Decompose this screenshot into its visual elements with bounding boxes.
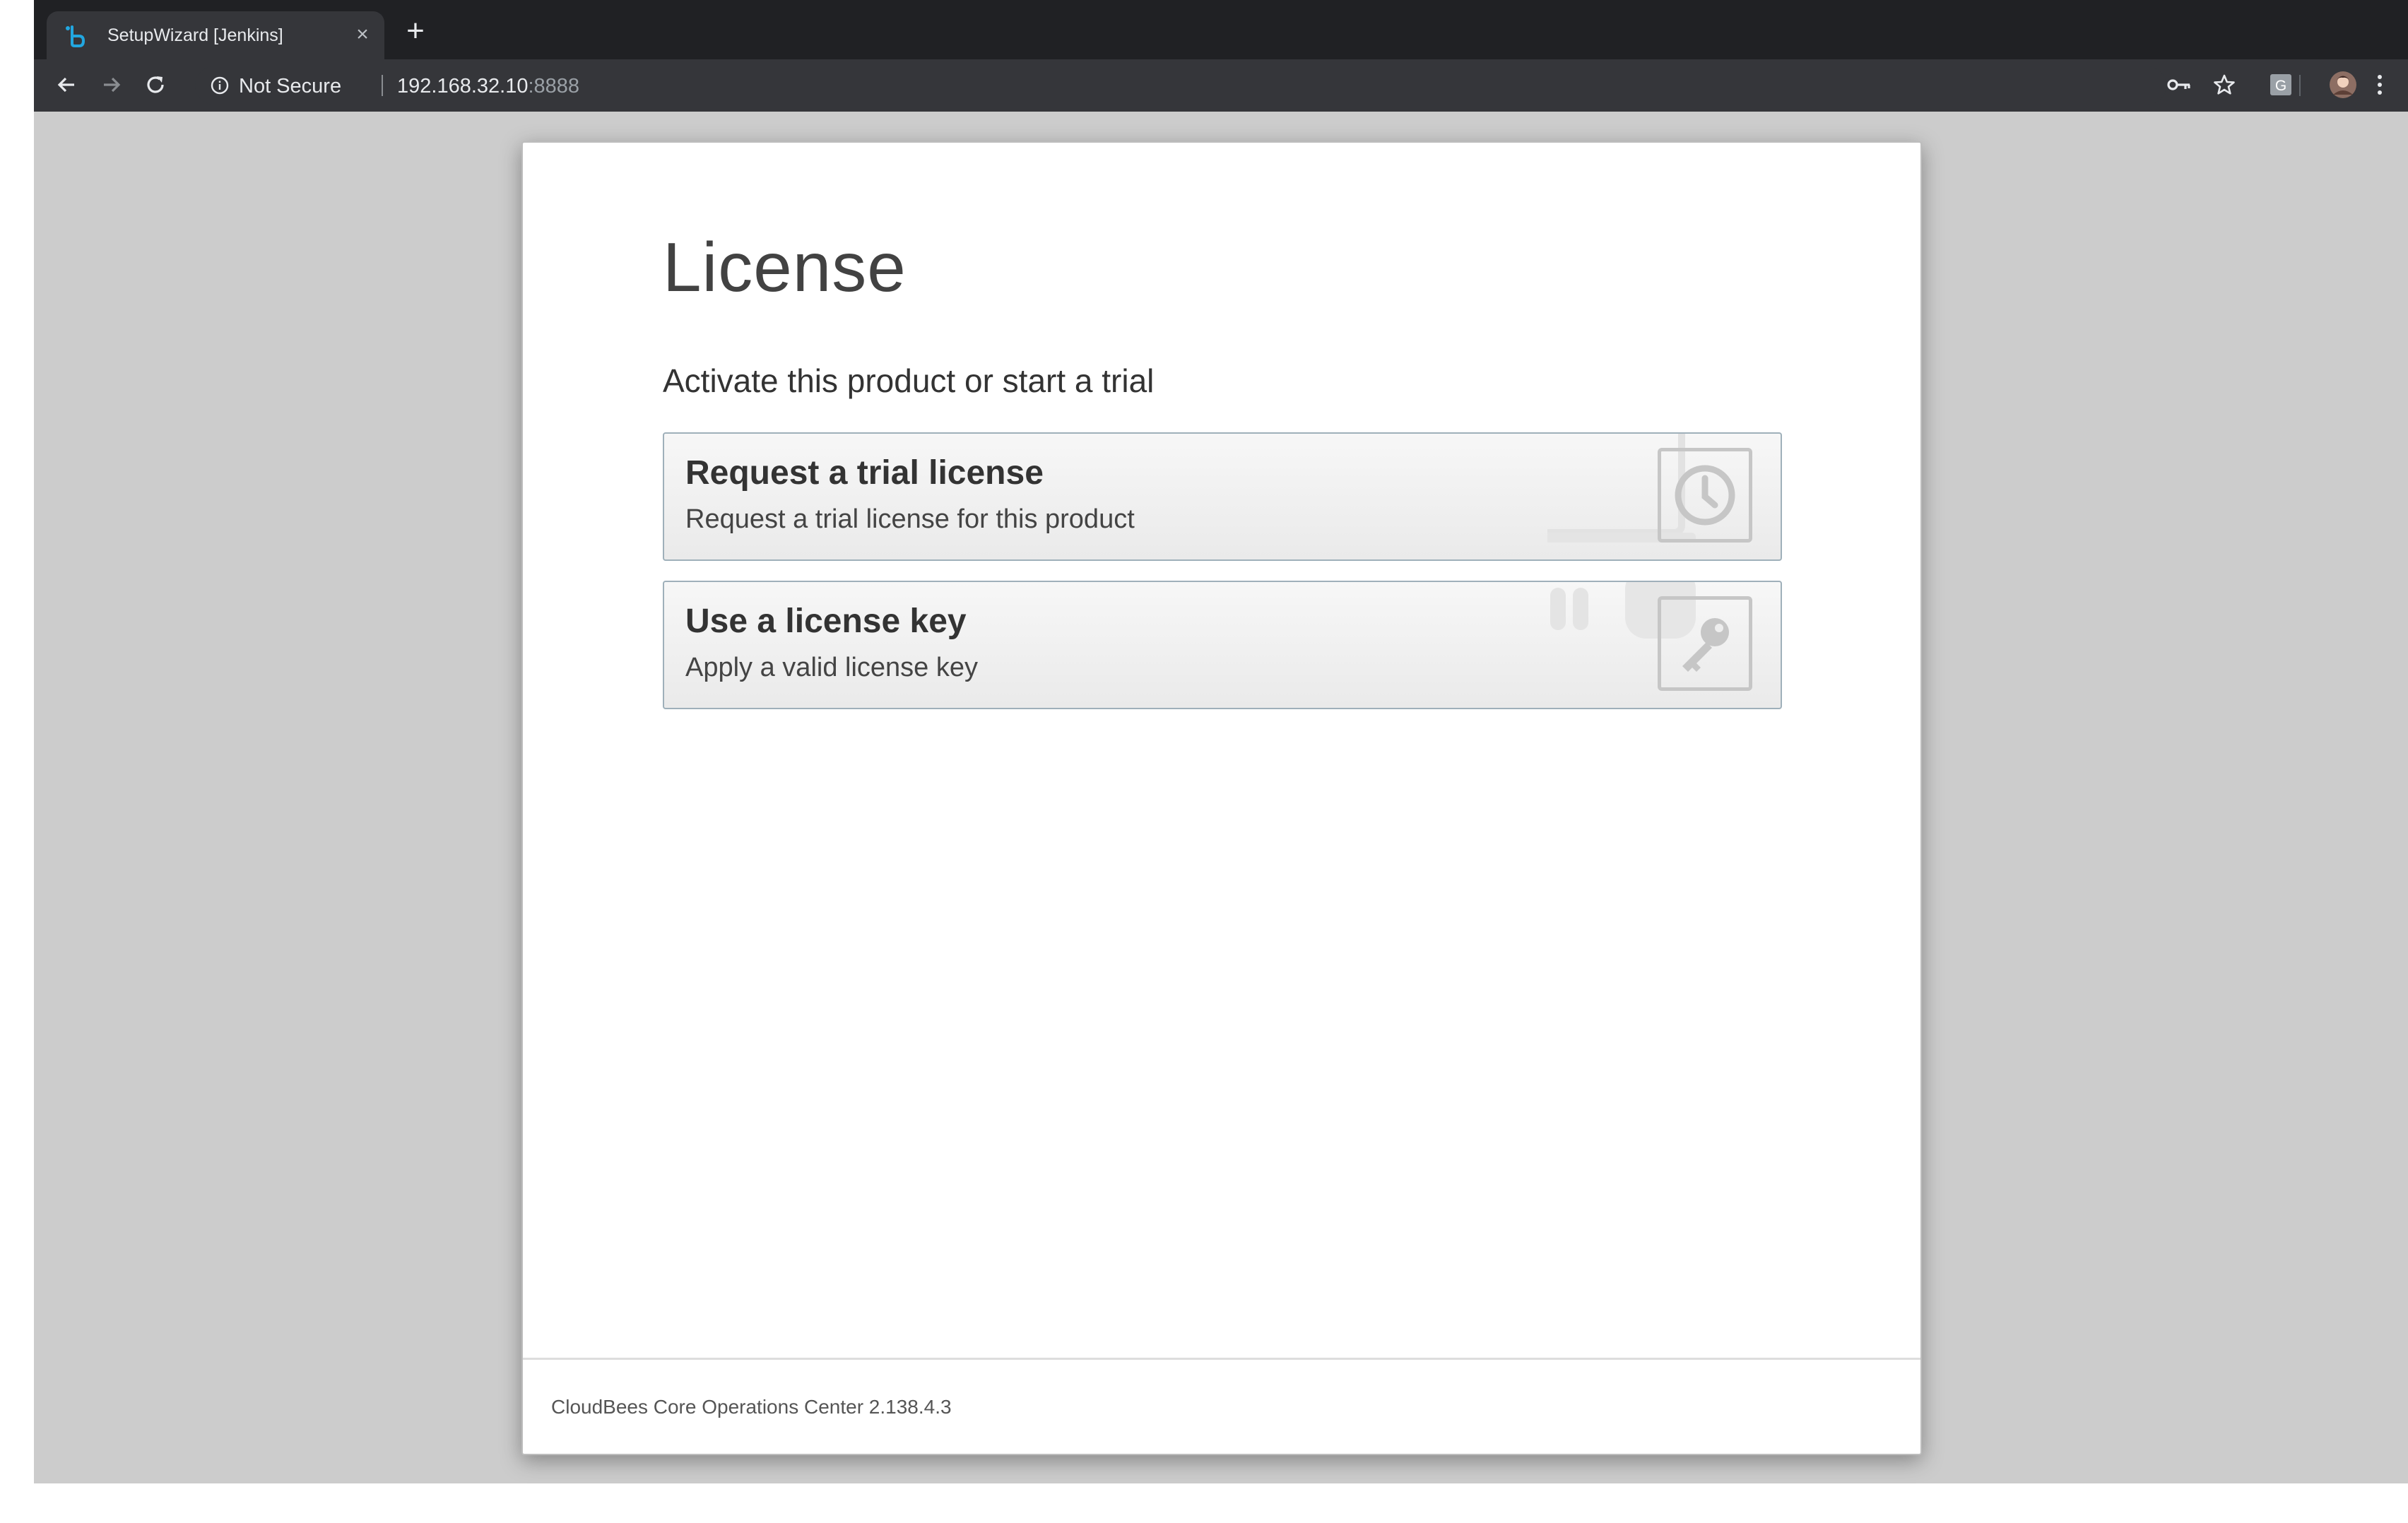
security-label[interactable]: Not Secure [239,75,341,98]
url-port: :8888 [528,75,580,97]
browser-toolbar: Not Secure 192.168.32.10:8888 G [34,59,2408,112]
clock-icon [1658,448,1752,543]
key-icon[interactable] [2165,71,2193,99]
close-icon[interactable]: × [352,24,373,45]
extension-letter: G [2275,78,2286,94]
page-viewport: License Activate this product or start a… [34,112,2408,1483]
option-title: Request a trial license [685,454,1044,492]
option-description: Apply a valid license key [685,653,978,682]
omnibox-divider [382,75,383,96]
kebab-menu-icon[interactable] [2366,71,2394,99]
page-title: License [663,228,907,306]
back-arrow-icon[interactable] [52,71,81,99]
url-host: 192.168.32.10 [397,75,529,97]
use-license-key-option[interactable]: Use a license key Apply a valid license … [663,581,1782,709]
forward-arrow-icon[interactable] [98,71,126,99]
star-icon[interactable] [2210,71,2238,99]
reload-icon[interactable] [141,71,170,99]
browser-tab[interactable]: SetupWizard [Jenkins] × [47,11,384,59]
tab-title: SetupWizard [Jenkins] [107,25,283,45]
option-description: Request a trial license for this product [685,504,1135,534]
screen: SetupWizard [Jenkins] × + Not Secure 192… [0,0,2408,1523]
version-footer: CloudBees Core Operations Center 2.138.4… [551,1396,952,1418]
page-subtitle: Activate this product or start a trial [663,362,1155,399]
address-bar[interactable]: Not Secure 192.168.32.10:8888 [195,66,2166,105]
toolbar-divider [2299,75,2301,96]
avatar[interactable] [2329,71,2357,99]
plus-icon[interactable]: + [401,16,430,47]
request-trial-license-option[interactable]: Request a trial license Request a trial … [663,432,1782,561]
extension-g-icon[interactable]: G [2267,71,2295,99]
url-text[interactable]: 192.168.32.10:8888 [397,75,579,98]
option-title: Use a license key [685,603,967,640]
info-icon[interactable] [211,76,229,95]
key-icon [1658,596,1752,691]
setup-wizard-dialog: License Activate this product or start a… [521,141,1922,1455]
cloudbees-favicon-icon [65,24,86,48]
browser-chrome: SetupWizard [Jenkins] × + Not Secure 192… [34,0,2408,112]
footer-divider [523,1358,1920,1360]
